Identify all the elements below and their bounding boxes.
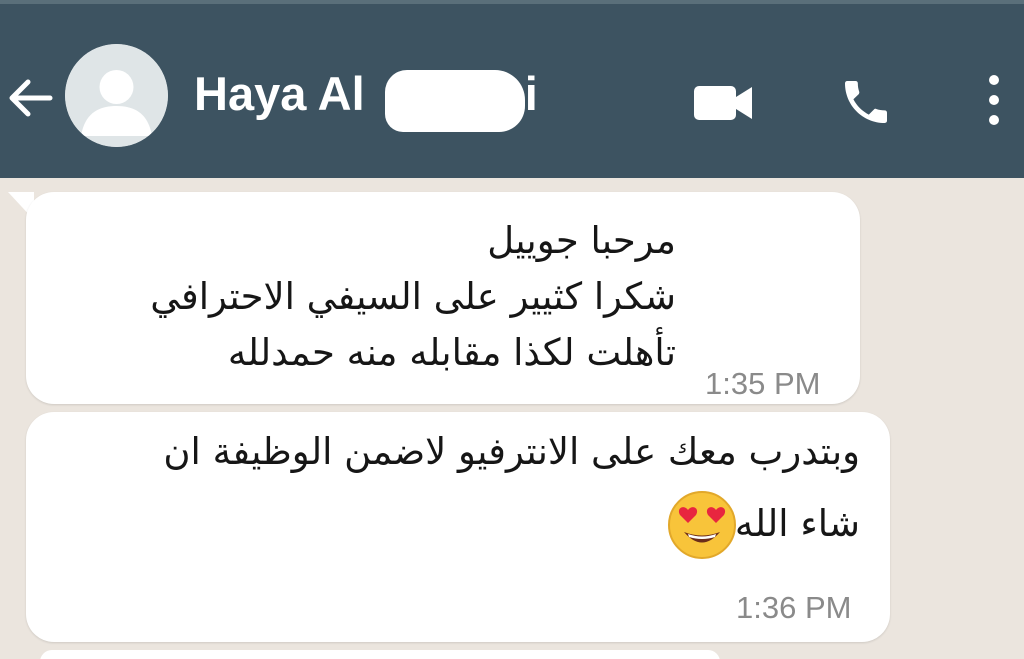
phone-icon [845,81,887,123]
message-timestamp: 1:36 PM [736,590,852,625]
default-avatar-icon [65,44,168,147]
redaction-mark [385,70,525,132]
contact-name-tail: i [524,67,538,120]
back-button[interactable] [4,74,56,122]
heart-eyes-emoji-icon [668,491,736,559]
message-timestamp: 1:35 PM [705,366,821,401]
next-message-edge [40,650,720,659]
message-line: وبتدرب معك على الانترفيو لاضمن الوظيفة ا… [163,430,860,473]
video-camera-icon [694,86,752,120]
contact-name-text: Haya Al [194,67,365,120]
contact-avatar[interactable] [65,44,168,147]
incoming-message[interactable]: مرحبا جوييل شكرا كثيير على السيفي الاحتر… [26,192,860,404]
message-line: شكرا كثيير على السيفي الاحترافي [150,275,676,318]
video-call-button[interactable] [690,80,756,126]
chat-area[interactable]: مرحبا جوييل شكرا كثيير على السيفي الاحتر… [0,178,1024,659]
message-line: شاء الله [734,502,860,545]
chat-header: Haya Al i [0,4,1024,178]
message-line: تأهلت لكذا مقابله منه حمدلله [227,331,676,374]
incoming-message[interactable]: وبتدرب معك على الانترفيو لاضمن الوظيفة ا… [26,412,890,642]
more-options-button[interactable] [980,70,1008,130]
more-vertical-icon [989,75,999,125]
arrow-left-icon [9,79,53,117]
message-line: مرحبا جوييل [487,219,676,262]
voice-call-button[interactable] [836,74,896,130]
